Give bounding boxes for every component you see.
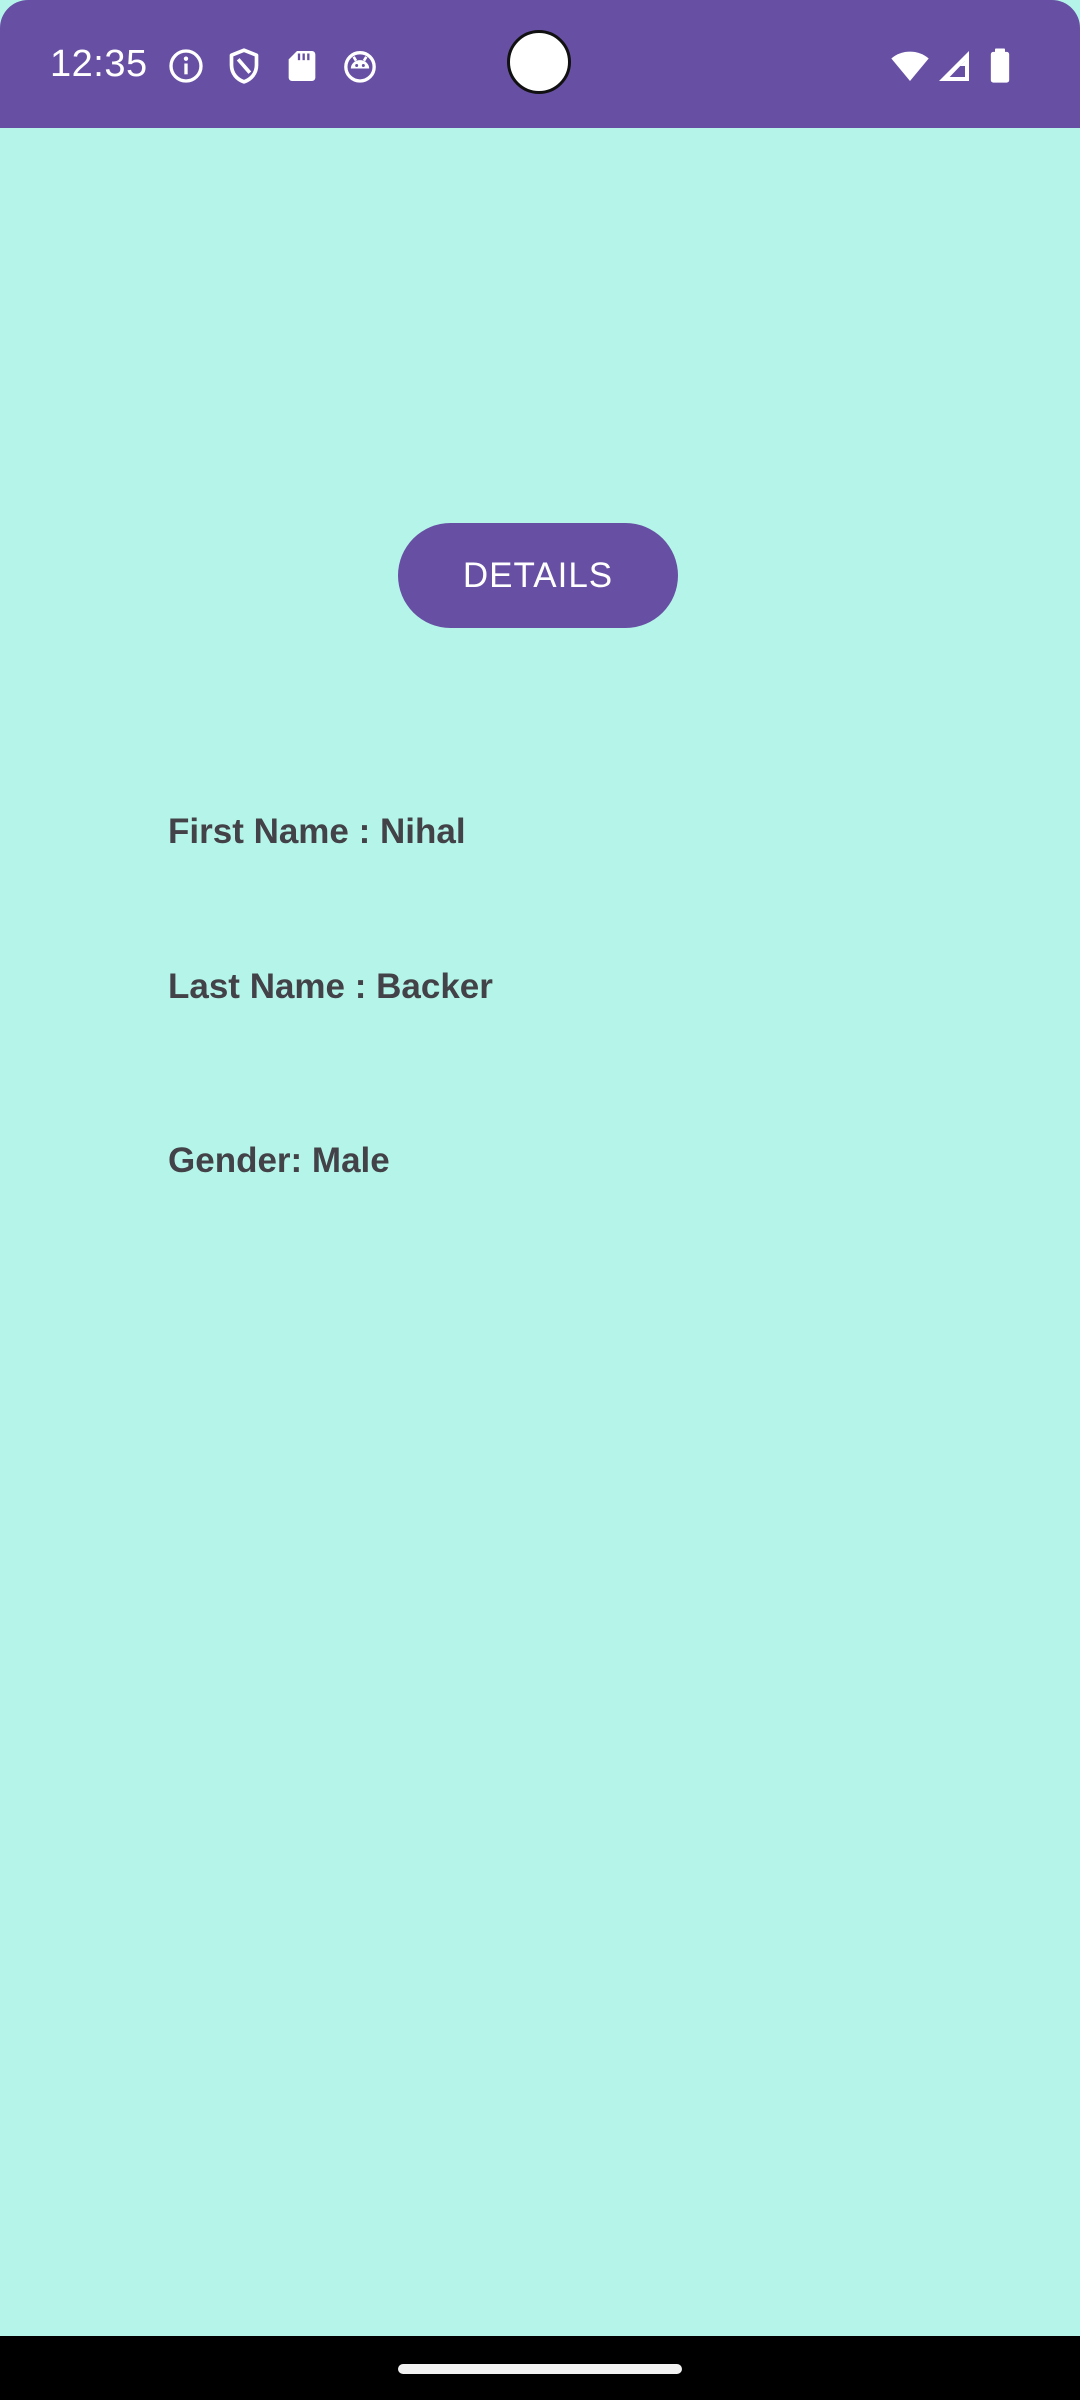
status-bar: 12:35 <box>0 0 1080 128</box>
status-time: 12:35 <box>50 43 148 85</box>
last-name-text: Last Name : Backer <box>168 967 493 1006</box>
sd-card-icon <box>282 46 322 86</box>
shield-icon <box>224 46 264 86</box>
battery-icon <box>980 46 1020 86</box>
navigation-bar <box>0 2336 1080 2400</box>
gender-text: Gender: Male <box>168 1141 390 1180</box>
details-button[interactable]: DETAILS <box>398 523 678 628</box>
home-gesture-handle[interactable] <box>398 2364 682 2374</box>
camera-cutout <box>507 30 571 94</box>
first-name-text: First Name : Nihal <box>168 812 466 851</box>
signal-icon <box>934 46 974 86</box>
android-icon <box>340 46 380 86</box>
wifi-icon <box>888 46 932 86</box>
info-icon <box>166 46 206 86</box>
